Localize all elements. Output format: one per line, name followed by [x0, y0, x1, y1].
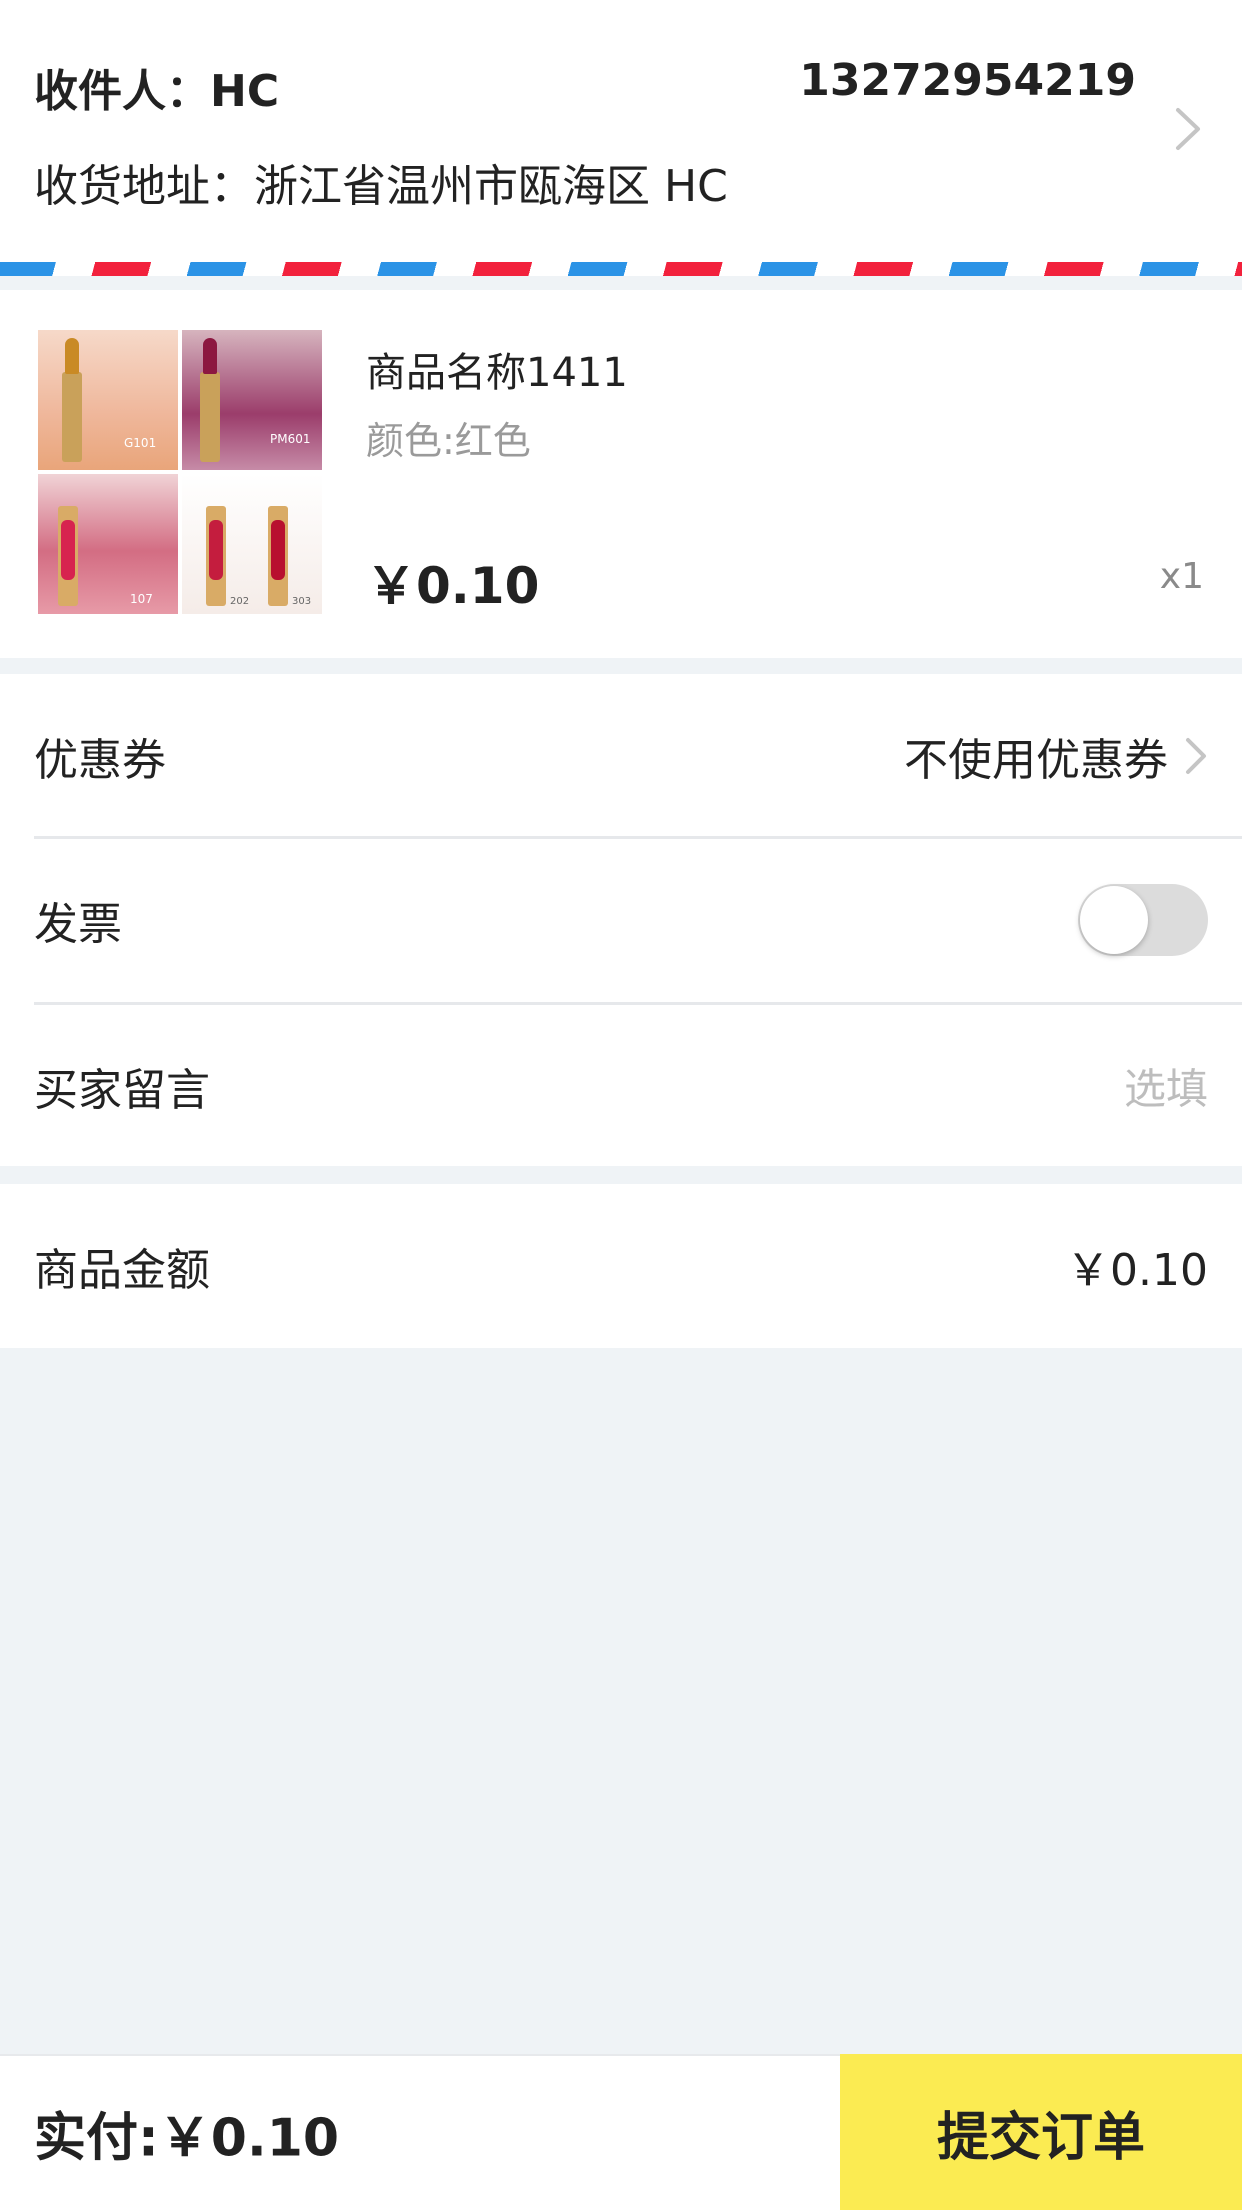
product-spec: 颜色:红色 — [366, 419, 531, 463]
coupon-value: 不使用优惠券 — [904, 735, 1168, 786]
recipient-phone: 13272954219 — [799, 55, 1136, 106]
chevron-right-icon — [1186, 738, 1206, 774]
address-label: 收货地址： — [34, 161, 254, 212]
airmail-stripe-divider — [0, 262, 1242, 276]
paid-label: 实付: — [34, 2108, 159, 2169]
product-image-tile: G101 — [38, 330, 178, 470]
coupon-row[interactable]: 优惠券 不使用优惠券 — [0, 674, 1242, 838]
image-label: 107 — [130, 592, 153, 606]
image-label: 202 — [230, 596, 250, 607]
amount-row: 商品金额 ￥0.10 — [0, 1184, 1242, 1348]
image-label: 303 — [292, 596, 312, 607]
paid-total: 实付:￥0.10 — [34, 2096, 339, 2171]
invoice-label: 发票 — [34, 899, 122, 950]
product-name: 商品名称1411 — [366, 350, 628, 396]
order-confirm-page: 收件人：HC 13272954219 收货地址：浙江省温州市瓯海区 HC G10… — [0, 0, 1242, 2210]
coupon-label: 优惠券 — [34, 735, 166, 786]
product-image-tile: 202 303 — [182, 474, 322, 614]
recipient-label: 收件人： — [34, 66, 210, 117]
order-options: 优惠券 不使用优惠券 发票 买家留言 选填 — [0, 674, 1242, 1166]
lipstick-shape — [268, 506, 288, 606]
recipient-row: 收件人：HC — [34, 55, 279, 119]
product-price: ￥0.10 — [366, 557, 540, 615]
amount-value: ￥0.10 — [1066, 1245, 1208, 1296]
lipstick-shape — [58, 506, 78, 606]
product-image: G101 PM601 107 202 303 — [38, 330, 326, 618]
invoice-toggle[interactable] — [1078, 884, 1208, 956]
buyer-message-row[interactable]: 买家留言 选填 — [0, 1004, 1242, 1168]
toggle-knob — [1080, 886, 1148, 954]
product-image-tile: 107 — [38, 474, 178, 614]
product-image-tile: PM601 — [182, 330, 322, 470]
buyer-message-label: 买家留言 — [34, 1065, 210, 1116]
address-row: 收货地址：浙江省温州市瓯海区 HC — [34, 150, 728, 214]
recipient-name: HC — [210, 66, 280, 117]
invoice-row: 发票 — [0, 838, 1242, 1002]
buyer-message-input[interactable]: 选填 — [1124, 1056, 1208, 1117]
address-section[interactable]: 收件人：HC 13272954219 收货地址：浙江省温州市瓯海区 HC — [0, 0, 1242, 276]
image-label: PM601 — [270, 432, 311, 446]
submit-order-button[interactable]: 提交订单 — [840, 2054, 1242, 2210]
amount-label: 商品金额 — [34, 1245, 210, 1296]
checkout-bar: 实付:￥0.10 提交订单 — [0, 2054, 1242, 2210]
lipstick-shape — [206, 506, 226, 606]
lipstick-shape — [200, 338, 220, 462]
image-label: G101 — [124, 436, 157, 450]
chevron-right-icon[interactable] — [1168, 104, 1208, 154]
product-card[interactable]: G101 PM601 107 202 303 商品名称1411 颜色:红色 ￥0… — [0, 290, 1242, 658]
product-quantity: x1 — [1159, 556, 1204, 597]
address-value: 浙江省温州市瓯海区 HC — [254, 161, 728, 212]
paid-value: ￥0.10 — [158, 2108, 340, 2169]
lipstick-shape — [62, 338, 82, 462]
